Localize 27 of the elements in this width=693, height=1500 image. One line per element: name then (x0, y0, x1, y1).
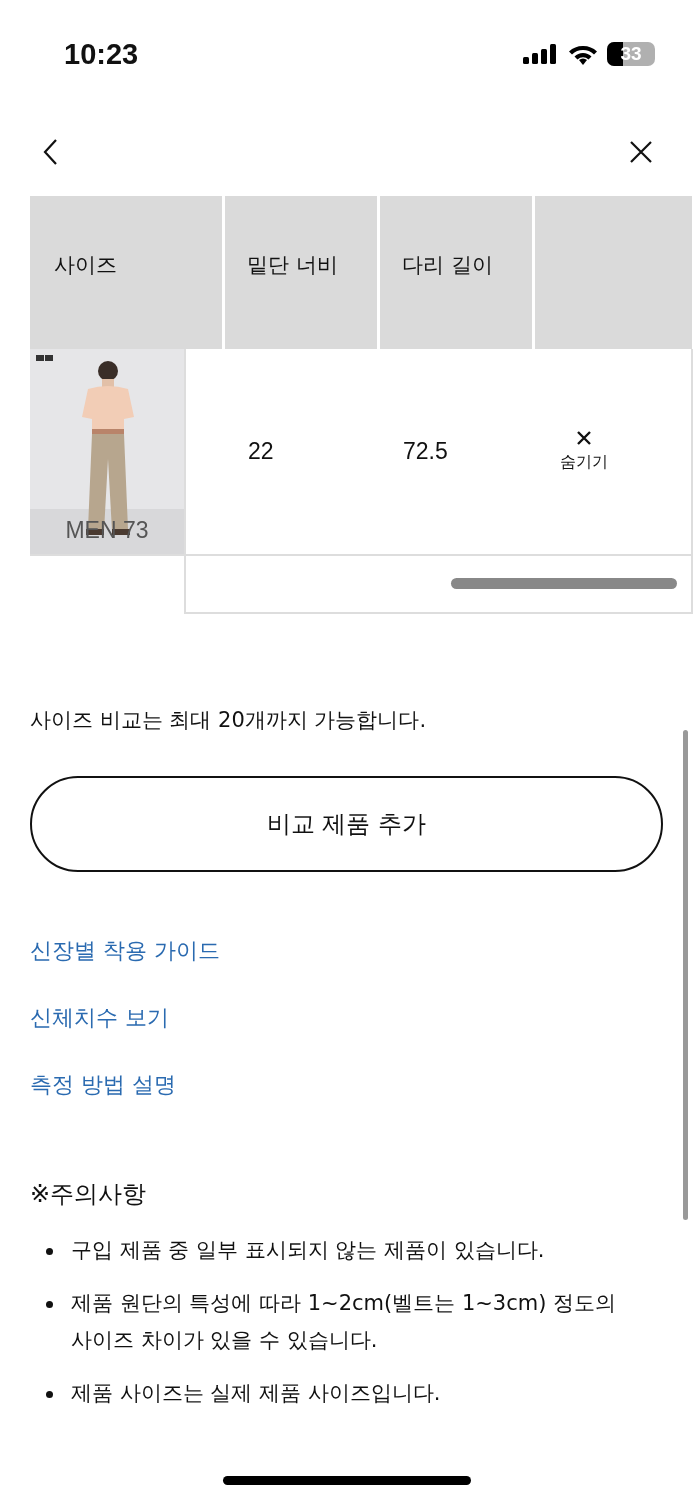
add-compare-button[interactable]: 비교 제품 추가 (30, 776, 663, 872)
scrollbar[interactable] (683, 730, 688, 1220)
product-caption: MEN 73 (64, 517, 150, 544)
column-header: 사이즈 (30, 196, 222, 349)
bullet-icon (46, 1391, 53, 1398)
signal-icon (523, 44, 559, 64)
status-time: 10:23 (64, 37, 139, 71)
wifi-icon (568, 43, 598, 65)
column-header: 다리 길이 (380, 196, 532, 349)
caution-title: ※주의사항 (30, 1179, 148, 1210)
back-button[interactable] (42, 138, 58, 166)
caution-item: 제품 원단의 특성에 따라 1~2cm(벨트는 1~3cm) 정도의 사이즈 차이가 있을 수 있습니다. (71, 1290, 618, 1354)
hide-button[interactable]: 숨기기 (560, 430, 608, 473)
table-cell-text: 22 (248, 438, 275, 465)
guide-link[interactable]: 신체치수 보기 (30, 1003, 169, 1033)
info-text: 사이즈 비교는 최대 20개까지 가능합니다. (30, 707, 428, 734)
column-header: 밑단 너비 (225, 196, 377, 349)
close-button[interactable] (629, 140, 653, 164)
guide-link[interactable]: 측정 방법 설명 (30, 1070, 176, 1100)
guide-link[interactable]: 신장별 착용 가이드 (30, 936, 220, 966)
caution-item: 구입 제품 중 일부 표시되지 않는 제품이 있습니다. (71, 1237, 546, 1264)
scrollbar[interactable] (451, 577, 677, 589)
bullet-icon (46, 1248, 53, 1255)
bullet-icon (46, 1301, 53, 1308)
caution-item: 제품 사이즈는 실제 제품 사이즈입니다. (71, 1380, 442, 1407)
close-icon (576, 430, 592, 446)
table-cell-text: 72.5 (403, 438, 449, 465)
